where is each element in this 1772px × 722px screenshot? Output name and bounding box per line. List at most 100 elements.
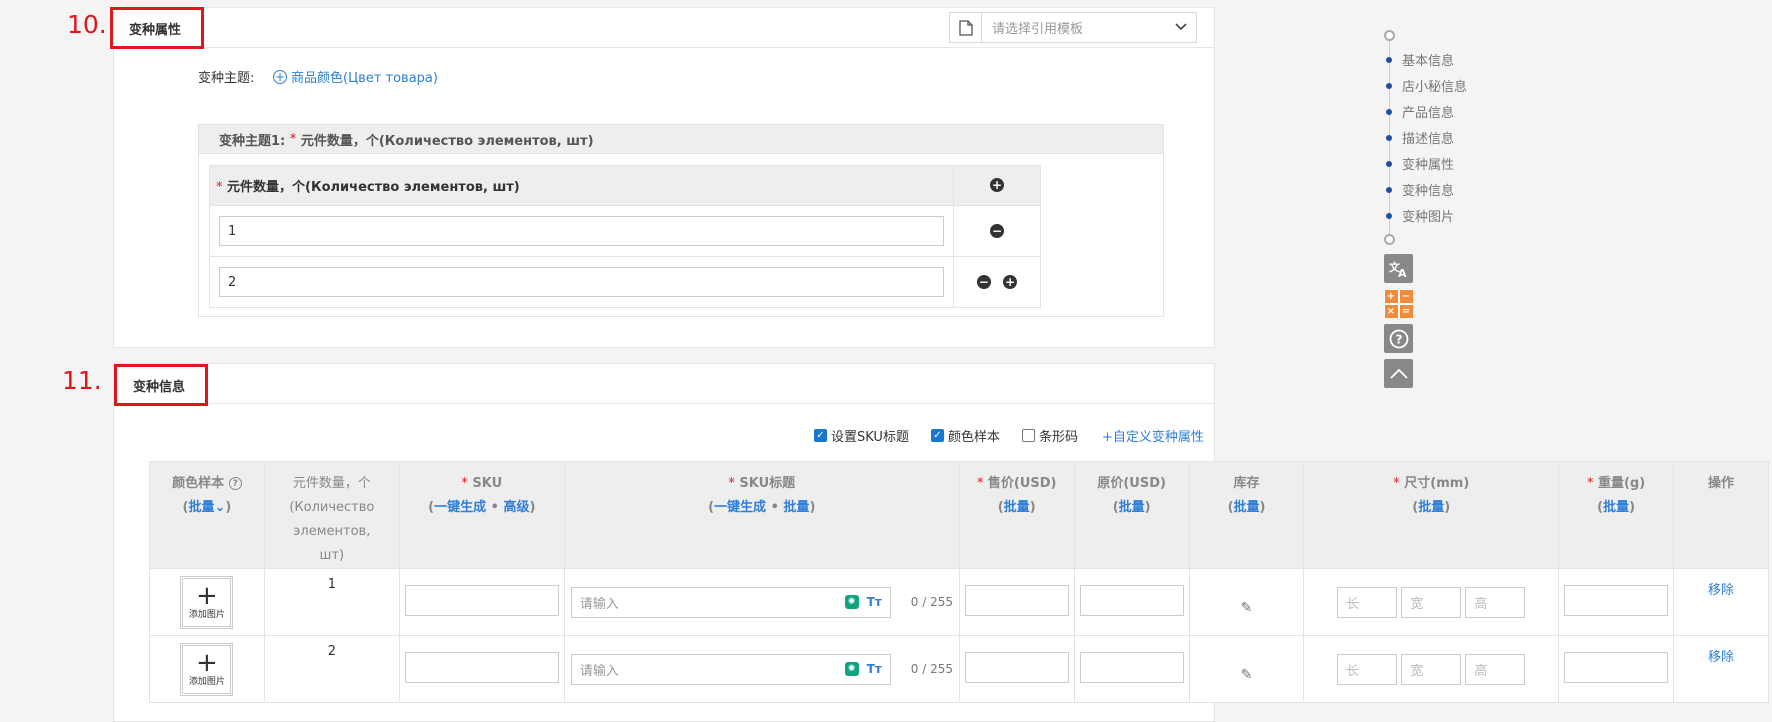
length-input[interactable]: 长 — [1337, 653, 1398, 685]
sku-title-placeholder: 请输入 — [579, 663, 619, 679]
ai-icon[interactable]: ✺ — [844, 595, 859, 609]
weight-input[interactable] — [1564, 651, 1669, 683]
remove-link[interactable]: 移除 — [1708, 650, 1734, 665]
nav-start-ring — [1384, 30, 1395, 41]
height-input[interactable]: 高 — [1465, 653, 1526, 685]
col-size: * 尺寸(mm) (批量) — [1303, 461, 1560, 569]
plus-icon: + — [196, 647, 218, 678]
back-to-top-icon[interactable] — [1384, 359, 1413, 388]
height-input[interactable]: 高 — [1465, 586, 1526, 618]
option-barcode[interactable]: 条形码 — [1021, 426, 1078, 445]
sku-title-generate-link[interactable]: 一键生成 — [714, 500, 766, 515]
chevron-down-icon: ⌄ — [214, 500, 226, 515]
length-input[interactable]: 长 — [1337, 586, 1398, 618]
text-format-icon[interactable]: Tт — [867, 662, 882, 676]
add-circle-icon[interactable]: + — [990, 178, 1004, 192]
variant-theme-1-header: 变种主题1: * 元件数量，个(Количество элементов, шт… — [199, 125, 1163, 154]
batch-link[interactable]: 批量 — [1603, 500, 1629, 515]
option-label: 颜色样本 — [947, 430, 1000, 445]
weight-input[interactable] — [1564, 584, 1669, 616]
section-title-variant-attributes: 变种属性 — [110, 7, 204, 49]
sku-advanced-link[interactable]: 高级 — [503, 500, 529, 515]
translate-icon[interactable]: 文A — [1384, 254, 1413, 283]
ai-icon[interactable]: ✺ — [844, 662, 859, 676]
value-row: 2 — [209, 256, 954, 308]
add-image-button[interactable]: + 添加图片 — [180, 575, 234, 629]
add-image-button[interactable]: + 添加图片 — [180, 642, 234, 696]
batch-link[interactable]: 批量 — [1119, 500, 1145, 515]
batch-link[interactable]: 批量 — [1234, 500, 1260, 515]
header-label: 操作 — [1708, 476, 1735, 491]
option-color-sample[interactable]: ✓ 颜色样本 — [930, 426, 1000, 445]
price-input[interactable] — [964, 584, 1069, 616]
value-input[interactable]: 1 — [219, 216, 944, 246]
plus-icon: + — [196, 580, 218, 611]
original-price-input[interactable] — [1079, 584, 1184, 616]
variant-theme-1-name: 元件数量，个(Количество элементов, шт) — [300, 133, 594, 149]
sku-title-input[interactable]: 请输入 ✺ Tт — [570, 586, 891, 618]
remove-circle-icon[interactable]: − — [976, 274, 991, 289]
checkbox-checked-icon[interactable]: ✓ — [930, 429, 944, 442]
option-sku-title[interactable]: ✓ 设置SKU标题 — [814, 426, 909, 445]
edit-icon[interactable]: ✎ — [1241, 667, 1253, 683]
nav-item-description[interactable]: 描述信息 — [1386, 128, 1454, 147]
price-input[interactable] — [964, 651, 1069, 683]
variant-theme-label: 变种主题: — [198, 71, 255, 86]
width-input[interactable]: 宽 — [1401, 653, 1462, 685]
original-price-input[interactable] — [1079, 651, 1184, 683]
checkbox-checked-icon[interactable]: ✓ — [814, 429, 827, 442]
help-icon[interactable]: ? — [1384, 324, 1413, 353]
sku-generate-link[interactable]: 一键生成 — [434, 500, 486, 515]
width-input[interactable]: 宽 — [1401, 586, 1462, 618]
remove-link[interactable]: 移除 — [1708, 583, 1734, 598]
nav-item-label: 描述信息 — [1402, 132, 1455, 147]
qty-value: 2 — [263, 635, 400, 703]
edit-icon[interactable]: ✎ — [1241, 600, 1253, 616]
nav-item-variant-info[interactable]: 变种信息 — [1386, 180, 1454, 199]
text-format-icon[interactable]: Tт — [867, 595, 882, 609]
header-label: 重量(g) — [1597, 476, 1646, 491]
table-row: + 添加图片 2 请输入 ✺ Tт 0 / 255 ✎ 长 宽 高 移除 — [149, 635, 1769, 703]
nav-item-variant-attributes[interactable]: 变种属性 — [1386, 154, 1454, 173]
value-row: 1 — [209, 205, 954, 257]
qty-value: 1 — [263, 568, 400, 636]
template-select[interactable]: 请选择引用模板 — [949, 12, 1197, 43]
sku-input[interactable] — [404, 651, 559, 683]
col-action: 操作 — [1673, 461, 1769, 569]
header-label: 库存 — [1233, 476, 1260, 491]
nav-item-variant-images[interactable]: 变种图片 — [1386, 206, 1454, 225]
checkbox-unchecked-icon[interactable] — [1021, 429, 1035, 442]
batch-link[interactable]: 批量 — [188, 500, 214, 515]
header-label: 原价(USD) — [1097, 476, 1166, 491]
add-value-cell: + — [953, 165, 1041, 206]
sku-title-batch-link[interactable]: 批量 — [783, 500, 809, 515]
calculator-icon[interactable]: + − × = — [1384, 289, 1413, 318]
remove-circle-icon[interactable]: − — [990, 223, 1004, 238]
help-icon[interactable]: ? — [228, 477, 242, 490]
divider — [113, 403, 1215, 404]
svg-text:?: ? — [1395, 332, 1402, 346]
batch-link[interactable]: 批量 — [1418, 500, 1444, 515]
section-number-11: 11. — [62, 366, 102, 395]
custom-variant-attr-link[interactable]: +自定义变种属性 — [1102, 426, 1204, 445]
batch-link[interactable]: 批量 — [1004, 500, 1030, 515]
col-weight: * 重量(g) (批量) — [1558, 461, 1675, 569]
nav-item-basic-info[interactable]: 基本信息 — [1386, 50, 1454, 69]
value-input[interactable]: 2 — [219, 267, 944, 297]
nav-item-dxm-info[interactable]: 店小秘信息 — [1386, 76, 1467, 95]
char-count: 0 / 255 — [910, 662, 953, 676]
option-label: 设置SKU标题 — [831, 430, 909, 445]
required-mark: * — [289, 131, 297, 147]
nav-item-label: 店小秘信息 — [1402, 80, 1468, 95]
add-theme-link[interactable]: + 商品颜色(Цвет товара) — [273, 67, 438, 86]
sku-title-input[interactable]: 请输入 ✺ Tт — [570, 653, 891, 685]
sku-input[interactable] — [404, 584, 559, 616]
add-circle-icon[interactable]: + — [1003, 274, 1018, 289]
chevron-down-icon — [1166, 20, 1196, 35]
nav-item-product-info[interactable]: 产品信息 — [1386, 102, 1454, 121]
header-label: 颜色样本 — [172, 476, 225, 491]
col-sku-title: * SKU标题 (一键生成 • 批量) — [563, 461, 960, 569]
variant-theme-1-prefix: 变种主题1: — [219, 133, 286, 149]
nav-item-label: 变种信息 — [1402, 184, 1455, 199]
nav-item-label: 产品信息 — [1402, 106, 1455, 121]
